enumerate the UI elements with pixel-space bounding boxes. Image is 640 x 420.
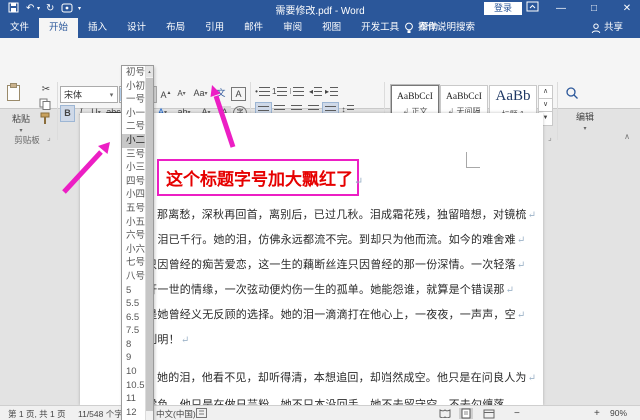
word-count[interactable]: 11/548 个字 <box>78 408 123 420</box>
margin-corner-mark <box>466 152 480 168</box>
change-case-button[interactable]: Aa▾ <box>191 86 210 101</box>
font-size-option[interactable]: 小二 <box>122 133 145 148</box>
font-size-option[interactable]: 小六 <box>122 243 145 257</box>
font-size-option[interactable]: 5.5 <box>122 297 145 311</box>
dropdown-scrollbar[interactable]: ▲ <box>145 66 153 420</box>
document-line: 扣开一世的情缘，一次弦动便灼伤一生的孤单。她能怨谁，就算是个错误那↵ <box>135 284 515 296</box>
document-area[interactable]: 这个标题字号加大飘红了↵ 那离愁，深秋再回首，离别后，已过几秋。泪成霜花残，独留… <box>0 108 640 405</box>
font-size-option[interactable]: 二号 <box>122 120 145 134</box>
document-line: 也是她曾经义无反顾的选择。她的泪一滴滴打在他心上，一夜夜，一声声，空↵ <box>135 309 526 321</box>
font-size-option[interactable]: 三号 <box>122 148 145 162</box>
phonetic-guide-icon[interactable]: 文 <box>214 86 228 101</box>
multilevel-list-icon[interactable]: ⁝ <box>289 84 304 99</box>
document-line: 了尝负，他只是在做日芸粉，她不只本没回手，她不去留守空，不去勾缠落 <box>135 399 505 405</box>
font-family-combobox[interactable]: 宋体 ▾ <box>60 86 118 103</box>
document-title-text: 这个标题字号加大飘红了↵ <box>166 170 364 189</box>
font-size-option[interactable]: 小四 <box>122 188 145 202</box>
font-size-option[interactable]: 初号 <box>122 66 145 80</box>
font-size-option[interactable]: 小五 <box>122 216 145 230</box>
bullets-icon[interactable]: • <box>255 84 270 99</box>
tab-insert[interactable]: 插入 <box>78 18 117 38</box>
tab-view[interactable]: 视图 <box>312 18 351 38</box>
web-layout-icon[interactable] <box>482 408 496 419</box>
font-size-option[interactable]: 10.5 <box>122 379 145 393</box>
tab-mailings[interactable]: 邮件 <box>234 18 273 38</box>
status-bar: 第 1 页, 共 1 页 11/548 个字 中文(中国) − + 90% <box>0 405 640 420</box>
tab-review[interactable]: 审阅 <box>273 18 312 38</box>
zoom-in-icon[interactable]: + <box>594 408 600 419</box>
tab-design[interactable]: 设计 <box>117 18 156 38</box>
font-size-option[interactable]: 小初 <box>122 80 145 94</box>
share-label: 共享 <box>604 22 624 33</box>
font-family-caret-icon[interactable]: ▾ <box>106 91 117 99</box>
tab-file[interactable]: 文件 <box>0 18 39 38</box>
document-line: 分只因曾经的痴苦爱恋，这一生的藕断丝连只因曾经的那一份深情。一次轻落↵ <box>135 259 526 271</box>
minimize-icon[interactable]: — <box>550 1 572 16</box>
ribbon-tabs: 文件 开始 插入 设计 布局 引用 邮件 审阅 视图 开发工具 帮助 <box>0 18 640 38</box>
input-method-icon[interactable] <box>196 408 207 418</box>
tab-developer[interactable]: 开发工具 <box>351 18 409 38</box>
scrollbar-thumb[interactable] <box>146 78 153 411</box>
cut-scissors-icon[interactable]: ✂ <box>38 84 54 97</box>
title-bar: ↶ ▾ ↻ ▾ 需要修改.pdf - Word 登录 — □ ✕ <box>0 0 640 18</box>
font-size-option[interactable]: 五号 <box>122 202 145 216</box>
font-size-option[interactable]: 小三 <box>122 161 145 175</box>
scroll-up-icon[interactable]: ▲ <box>146 66 153 77</box>
tab-home[interactable]: 开始 <box>39 18 79 38</box>
font-size-option[interactable]: 小一 <box>122 107 145 121</box>
login-button[interactable]: 登录 <box>484 2 522 15</box>
numbering-icon[interactable]: 1 <box>272 84 287 99</box>
document-line: 她的泪，他看不见，却听得清，本想追回，却岿然成空。他只是在问良人为↵ <box>157 372 537 384</box>
font-size-option[interactable]: 七号 <box>122 256 145 270</box>
zoom-level[interactable]: 90% <box>610 408 627 418</box>
style-preview: AaBbCcI <box>397 92 433 102</box>
document-line: 妆，泪已千行。她的泪，仿佛永远都流不完。到却只为他而流。如今的难舍难↵ <box>135 234 526 246</box>
ribbon: 粘贴 ▾ ✂ 剪贴板 ⌟ 宋体 ▾ 小二 ▾ A▲ A▾ Aa▾ 文 A B I… <box>0 38 640 145</box>
close-icon[interactable]: ✕ <box>616 1 638 16</box>
maximize-icon[interactable]: □ <box>583 1 605 16</box>
font-size-option[interactable]: 8 <box>122 338 145 352</box>
font-size-option[interactable]: 5 <box>122 284 145 298</box>
zoom-out-icon[interactable]: − <box>514 408 520 419</box>
styles-scroll-up-icon[interactable]: ∧ <box>538 85 553 99</box>
search-icon <box>565 86 605 100</box>
font-size-option[interactable]: 7.5 <box>122 324 145 338</box>
share-person-icon <box>591 23 601 34</box>
document-line: 那离愁，深秋再回首，离别后，已过几秋。泪成霜花残，独留暗想，对镜梳↵ <box>157 209 537 221</box>
increase-indent-icon[interactable]: ▸ <box>324 84 339 99</box>
font-size-option[interactable]: 六号 <box>122 229 145 243</box>
font-size-option[interactable]: 12 <box>122 406 145 420</box>
document-line: 滴到明！↵ <box>135 334 190 346</box>
word-window: { "window": { "title": "需要修改.pdf - Word"… <box>0 0 640 420</box>
read-mode-icon[interactable] <box>438 408 452 419</box>
font-size-option[interactable]: 6.5 <box>122 311 145 325</box>
font-size-dropdown[interactable]: 初号 小初 一号 小一 二号 小二 三号 小三 四号 小四 五号 小五 六号 小六 七号 八号 5 5.5 6.5 7… <box>121 65 154 420</box>
font-size-option[interactable]: 八号 <box>122 270 145 284</box>
paste-clipboard-icon <box>6 83 36 102</box>
tab-references[interactable]: 引用 <box>195 18 234 38</box>
shrink-font-button[interactable]: A▾ <box>175 86 188 101</box>
font-size-option[interactable]: 10 <box>122 365 145 379</box>
font-size-option[interactable]: 11 <box>122 392 145 406</box>
font-family-value: 宋体 <box>64 90 83 100</box>
share-button[interactable]: 共享 <box>591 18 623 38</box>
print-layout-icon[interactable] <box>459 408 473 419</box>
decrease-indent-icon[interactable]: ◂ <box>308 84 323 99</box>
style-preview: AaBbCcI <box>446 92 482 102</box>
font-size-option[interactable]: 四号 <box>122 175 145 189</box>
font-size-list: 初号 小初 一号 小一 二号 小二 三号 小三 四号 小四 五号 小五 六号 小六 七号 八号 5 5.5 6.5 7… <box>122 66 145 419</box>
grow-font-button[interactable]: A▲ <box>159 86 173 101</box>
language-indicator[interactable]: 中文(中国) <box>156 408 196 420</box>
tab-layout[interactable]: 布局 <box>156 18 195 38</box>
font-size-option[interactable]: 9 <box>122 351 145 365</box>
tell-me-label: 操作说明搜索 <box>418 22 476 33</box>
lightbulb-icon <box>404 22 414 34</box>
tell-me-search[interactable]: 操作说明搜索 <box>404 18 475 38</box>
ribbon-options-icon[interactable] <box>526 1 548 16</box>
character-border-icon[interactable]: A <box>231 87 246 101</box>
font-size-option[interactable]: 一号 <box>122 93 145 107</box>
page-indicator[interactable]: 第 1 页, 共 1 页 <box>8 408 66 420</box>
style-preview: AaBb <box>495 88 531 104</box>
